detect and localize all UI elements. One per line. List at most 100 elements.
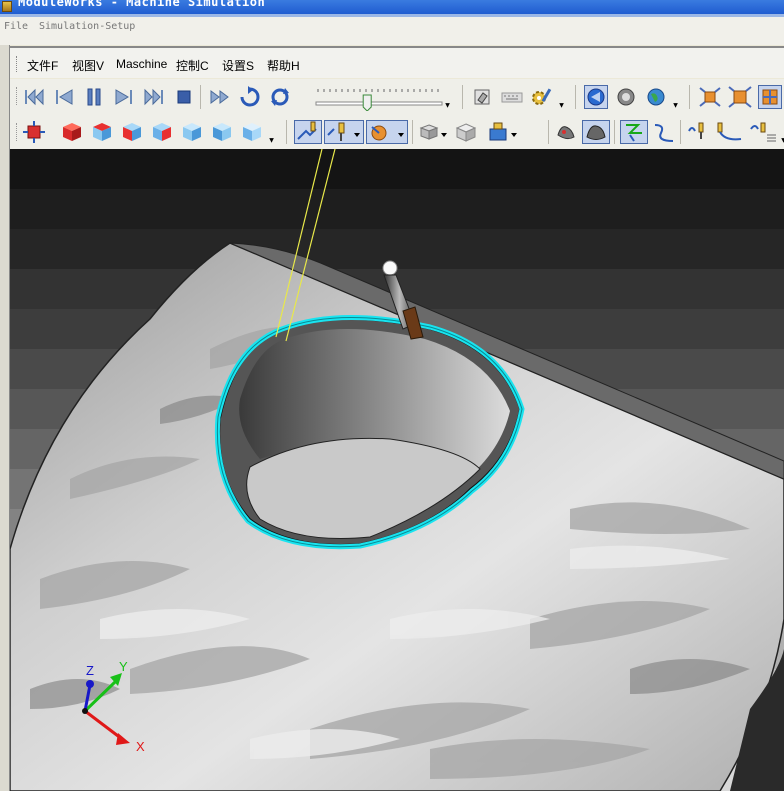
menu-view[interactable]: 视图V [72,57,104,74]
toolbar-separator [286,120,287,144]
view-right-face-button[interactable] [150,120,174,144]
loop-button[interactable] [268,85,292,109]
app-icon [2,1,12,12]
fixture-button[interactable] [454,120,478,144]
cube-bottom-icon [243,123,261,141]
tool-view-button[interactable] [294,120,322,144]
collapse-view-button[interactable] [728,85,752,109]
tool-trace-button[interactable] [686,120,710,144]
view-cube-dropdown-arrow[interactable]: ▼ [268,120,275,144]
window-titlebar: ModuleWorks - Machine Simulation [0,0,784,14]
tool-trace-list-button[interactable] [748,120,778,144]
keyboard-icon [501,92,523,103]
view-mode-front-button[interactable] [584,85,608,109]
machine-button[interactable] [486,120,522,144]
cube-top-icon [93,123,111,141]
skip-to-start-icon [25,88,44,106]
eraser-icon [474,89,490,105]
keyboard-button[interactable] [500,85,524,109]
wire-shaded-icon [586,125,606,140]
speed-slider[interactable] [314,83,446,112]
skip-to-end-icon [144,88,163,106]
menu-help[interactable]: 帮助H [267,57,300,74]
menu-maschine[interactable]: Maschine [116,57,167,71]
fit-view-button[interactable] [22,120,46,144]
tool-path-icon [297,121,317,140]
toolbar-playback: ▼ ▼ ▼ [10,79,784,115]
eraser-button[interactable] [470,85,494,109]
fast-forward-icon [210,90,229,104]
toolbar-separator [614,120,615,144]
toolbar2-grip[interactable] [16,123,19,141]
axis-x-label: X [136,739,145,754]
view-front-icon [587,88,605,106]
toolpath-curve-button[interactable] [652,120,676,144]
menubar-grip[interactable] [16,56,19,72]
explode-view-icon [699,87,721,107]
view-top-button[interactable] [90,120,114,144]
simulation-viewport[interactable]: Z Y X [10,149,784,791]
trace-dropdown-arrow[interactable]: ▼ [780,120,784,144]
shaded-mode-button[interactable] [554,120,578,144]
speed-dropdown-arrow[interactable]: ▼ [444,85,451,109]
view-front-face-button[interactable] [120,120,144,144]
view-bottom-face-button[interactable] [240,120,264,144]
toolbar-separator [462,85,463,109]
view-back-face-button[interactable] [180,120,204,144]
toolbar-separator [412,120,413,144]
explode-view-button[interactable] [698,85,722,109]
step-forward-button[interactable] [112,85,136,109]
toolbar-views: ▼ ▼ [10,115,784,149]
grid-view-icon [762,89,778,105]
loop-icon [271,88,289,106]
step-back-button[interactable] [52,85,76,109]
view-dropdown-arrow[interactable]: ▼ [672,85,679,109]
tool-holder-button[interactable] [324,120,364,144]
view-mode-globe-button[interactable] [644,85,668,109]
pause-icon [87,88,101,106]
view-iso-red-button[interactable] [60,120,84,144]
workpiece-button[interactable] [418,120,450,144]
cube-right-icon [153,123,171,141]
window-title: ModuleWorks - Machine Simulation [18,0,266,9]
fast-forward-button[interactable] [208,85,232,109]
toolpath-display-button[interactable] [620,120,648,144]
app-menu-file[interactable]: File [4,21,28,32]
rewind-button[interactable] [238,85,262,109]
cube-back-icon [183,123,201,141]
axis-y-label: Y [119,659,128,674]
menu-settings[interactable]: 设置S [222,57,254,74]
toolpath-green-icon [626,124,642,142]
app-menu-bar: File Simulation-Setup [0,17,784,45]
tool-trace-icon [688,122,704,139]
grid-view-button[interactable] [758,85,782,109]
wire-shaded-mode-button[interactable] [582,120,610,144]
axis-z-label: Z [86,663,94,678]
stock-display-button[interactable] [366,120,408,144]
fit-view-icon [23,121,45,143]
menu-control[interactable]: 控制C [176,57,209,74]
skip-to-end-button[interactable] [142,85,166,109]
toolbar-separator [548,120,549,144]
stop-button[interactable] [172,85,196,109]
tool-trace-curve-icon [717,122,742,141]
main-menu-bar: 文件F 视图V Maschine 控制C 设置S 帮助H [10,48,784,78]
pause-button[interactable] [82,85,106,109]
tool-trace-curve-button[interactable] [714,120,744,144]
toolbar-separator [689,85,690,109]
app-menu-simulation-setup[interactable]: Simulation-Setup [39,21,135,32]
stock-display-icon [371,125,404,141]
frame-left-border [0,45,10,791]
toolbar1-grip[interactable] [16,87,19,105]
simulation-scene: Z Y X [10,149,784,791]
workpiece-icon [419,124,447,140]
view-mode-solid-button[interactable] [614,85,638,109]
machine-settings-button[interactable] [530,85,554,109]
settings-dropdown-arrow[interactable]: ▼ [558,85,565,109]
fixture-icon [455,123,477,142]
skip-to-start-button[interactable] [22,85,46,109]
cube-front-icon [123,123,141,141]
menu-file[interactable]: 文件F [27,57,58,74]
tool-trace-list-icon [750,122,776,142]
view-left-face-button[interactable] [210,120,234,144]
